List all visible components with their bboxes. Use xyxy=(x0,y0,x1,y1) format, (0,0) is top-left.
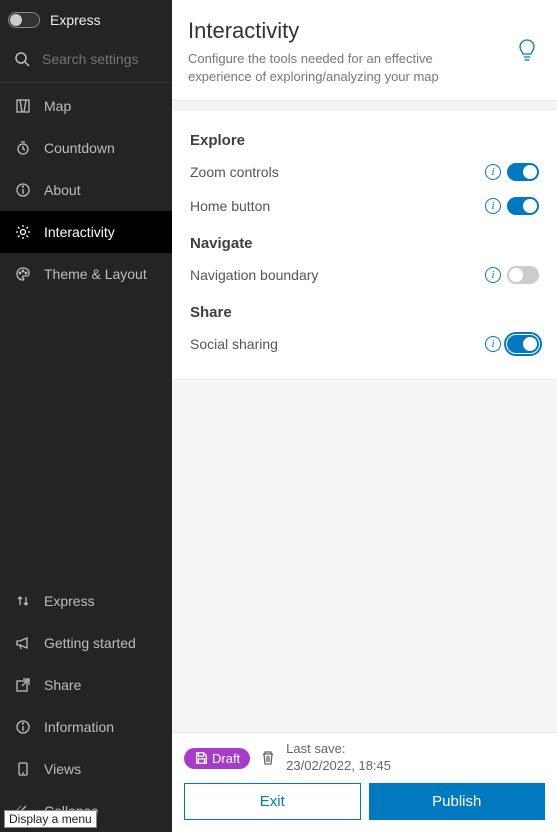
share-icon xyxy=(14,676,32,694)
device-icon xyxy=(14,760,32,778)
sidebar-item-label: Countdown xyxy=(44,140,115,156)
exit-button[interactable]: Exit xyxy=(184,783,361,820)
info-icon[interactable]: i xyxy=(485,164,501,180)
setting-label: Zoom controls xyxy=(190,164,279,180)
tips-icon[interactable] xyxy=(517,38,537,64)
page-subtitle: Configure the tools needed for an effect… xyxy=(188,50,488,86)
last-save-value: 23/02/2022, 18:45 xyxy=(286,758,391,775)
section-explore-title: Explore xyxy=(190,120,539,155)
express-mode-row: Express xyxy=(0,0,172,38)
info-icon[interactable]: i xyxy=(485,336,501,352)
info-icon xyxy=(14,181,32,199)
sidebar-bottom: Express Getting started Share Informatio… xyxy=(0,580,172,832)
megaphone-icon xyxy=(14,634,32,652)
gear-icon xyxy=(14,223,32,241)
clock-icon xyxy=(14,139,32,157)
sidebar-item-label: Express xyxy=(44,593,95,609)
sidebar-item-map[interactable]: Map xyxy=(0,85,172,127)
main-panel: Interactivity Configure the tools needed… xyxy=(172,0,557,832)
sidebar-item-label: Theme & Layout xyxy=(44,266,147,282)
home-button-toggle[interactable] xyxy=(507,197,539,215)
sidebar: Express Map Countdown About xyxy=(0,0,172,832)
map-icon xyxy=(14,97,32,115)
sidebar-bottom-information[interactable]: Information xyxy=(0,706,172,748)
sidebar-item-interactivity[interactable]: Interactivity xyxy=(0,211,172,253)
sidebar-item-label: Map xyxy=(44,98,71,114)
setting-label: Home button xyxy=(190,198,270,214)
draft-label: Draft xyxy=(212,751,240,766)
last-save-info: Last save: 23/02/2022, 18:45 xyxy=(286,741,391,775)
sidebar-item-label: Getting started xyxy=(44,635,136,651)
status-tooltip: Display a menu xyxy=(4,810,97,828)
main-body: Explore Zoom controls i Home button i Na… xyxy=(172,101,557,732)
search-settings[interactable] xyxy=(0,38,172,80)
sidebar-bottom-getting-started[interactable]: Getting started xyxy=(0,622,172,664)
social-sharing-toggle[interactable] xyxy=(507,335,539,353)
section-share-title: Share xyxy=(190,292,539,327)
sidebar-bottom-views[interactable]: Views xyxy=(0,748,172,790)
delete-button[interactable] xyxy=(260,750,276,766)
sidebar-bottom-express[interactable]: Express xyxy=(0,580,172,622)
sidebar-item-label: Share xyxy=(44,677,81,693)
main-header: Interactivity Configure the tools needed… xyxy=(172,0,557,101)
zoom-controls-toggle[interactable] xyxy=(507,163,539,181)
search-icon xyxy=(14,50,30,68)
navigation-boundary-toggle[interactable] xyxy=(507,266,539,284)
sidebar-item-theme-layout[interactable]: Theme & Layout xyxy=(0,253,172,295)
palette-icon xyxy=(14,265,32,283)
section-navigate-title: Navigate xyxy=(190,223,539,258)
sidebar-bottom-share[interactable]: Share xyxy=(0,664,172,706)
last-save-label: Last save: xyxy=(286,741,391,758)
sidebar-item-about[interactable]: About xyxy=(0,169,172,211)
info-icon[interactable]: i xyxy=(485,198,501,214)
publish-button[interactable]: Publish xyxy=(369,783,546,820)
express-label: Express xyxy=(50,12,101,28)
sidebar-item-label: Views xyxy=(44,761,81,777)
save-icon xyxy=(194,751,208,765)
info-icon xyxy=(14,718,32,736)
draft-badge: Draft xyxy=(184,748,250,769)
updown-icon xyxy=(14,592,32,610)
sidebar-item-label: Information xyxy=(44,719,114,735)
setting-social-sharing: Social sharing i xyxy=(190,327,539,361)
setting-label: Navigation boundary xyxy=(190,267,318,283)
page-title: Interactivity xyxy=(188,18,488,44)
footer: Draft Last save: 23/02/2022, 18:45 Exit … xyxy=(172,732,557,832)
express-toggle[interactable] xyxy=(8,12,40,28)
settings-card: Explore Zoom controls i Home button i Na… xyxy=(172,109,557,380)
setting-home-button: Home button i xyxy=(190,189,539,223)
setting-navigation-boundary: Navigation boundary i xyxy=(190,258,539,292)
sidebar-top: Express Map Countdown About xyxy=(0,0,172,295)
setting-zoom-controls: Zoom controls i xyxy=(190,155,539,189)
sidebar-item-label: Interactivity xyxy=(44,224,115,240)
info-icon[interactable]: i xyxy=(485,267,501,283)
search-input[interactable] xyxy=(42,51,158,67)
sidebar-item-label: About xyxy=(44,182,81,198)
sidebar-item-countdown[interactable]: Countdown xyxy=(0,127,172,169)
setting-label: Social sharing xyxy=(190,336,278,352)
